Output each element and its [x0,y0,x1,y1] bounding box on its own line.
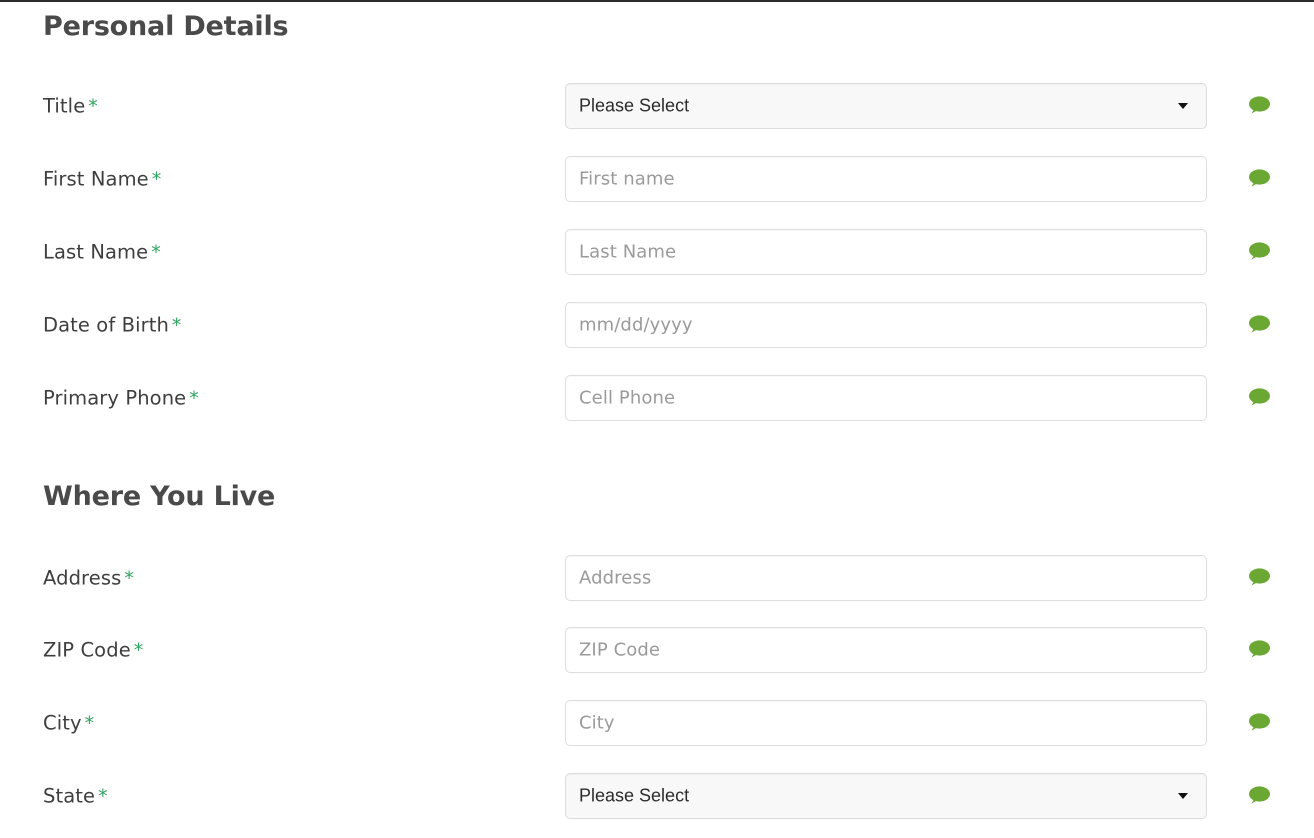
speech-bubble-icon[interactable] [1246,784,1272,808]
label-address: Address * [43,567,134,590]
input-date-of-birth-placeholder: mm/dd/yyyy [579,314,693,336]
label-date-of-birth: Date of Birth * [43,314,182,337]
form-row-primary-phone: Primary Phone * Cell Phone [0,375,1314,421]
input-date-of-birth[interactable]: mm/dd/yyyy [565,302,1207,348]
select-title-value: Please Select [579,95,690,116]
label-state: State * [43,785,108,808]
input-zip-code-placeholder: ZIP Code [579,639,661,661]
select-title[interactable]: Please Select [565,83,1207,129]
speech-bubble-icon[interactable] [1246,711,1272,735]
label-first-name-text: First Name [43,167,149,191]
input-first-name[interactable]: First name [565,156,1207,202]
label-first-name: First Name * [43,168,161,191]
input-city[interactable]: City [565,700,1207,746]
label-last-name: Last Name * [43,241,161,264]
required-asterisk: * [84,712,95,735]
input-zip-code[interactable]: ZIP Code [565,627,1207,673]
section-heading-personal-details: Personal Details [43,11,289,42]
form-row-last-name: Last Name * Last Name [0,229,1314,275]
speech-bubble-icon[interactable] [1246,386,1272,410]
form-row-first-name: First Name * First name [0,156,1314,202]
chevron-down-icon [1178,103,1188,109]
label-zip-code-text: ZIP Code [43,638,131,662]
label-title: Title * [43,95,98,118]
input-address[interactable]: Address [565,555,1207,601]
required-asterisk: * [189,387,199,410]
speech-bubble-icon[interactable] [1246,94,1272,118]
form-row-date-of-birth: Date of Birth * mm/dd/yyyy [0,302,1314,348]
form-row-title: Title * Please Select [0,83,1314,129]
label-state-text: State [43,784,96,808]
label-primary-phone-text: Primary Phone [43,386,187,410]
input-address-placeholder: Address [579,567,652,589]
speech-bubble-icon[interactable] [1246,240,1272,264]
required-asterisk: * [171,314,182,337]
required-asterisk: * [151,168,162,191]
required-asterisk: * [151,241,161,264]
label-last-name-text: Last Name [43,240,149,264]
label-address-text: Address [43,566,122,590]
required-asterisk: * [98,785,108,808]
label-primary-phone: Primary Phone * [43,387,199,410]
required-asterisk: * [133,639,144,662]
required-asterisk: * [88,95,98,118]
form-row-state: State * Please Select [0,773,1314,819]
chevron-down-icon [1178,793,1188,799]
select-state-value: Please Select [579,785,690,806]
input-last-name[interactable]: Last Name [565,229,1207,275]
input-primary-phone[interactable]: Cell Phone [565,375,1207,421]
label-city-text: City [43,711,82,735]
speech-bubble-icon[interactable] [1246,566,1272,590]
speech-bubble-icon[interactable] [1246,167,1272,191]
label-title-text: Title [43,94,86,118]
label-date-of-birth-text: Date of Birth [43,313,169,337]
section-heading-where-you-live: Where You Live [43,481,276,512]
input-first-name-placeholder: First name [579,168,675,190]
select-state[interactable]: Please Select [565,773,1207,819]
input-last-name-placeholder: Last Name [579,241,677,263]
speech-bubble-icon[interactable] [1246,313,1272,337]
label-zip-code: ZIP Code * [43,639,143,662]
input-city-placeholder: City [579,712,615,734]
speech-bubble-icon[interactable] [1246,638,1272,662]
form-row-city: City * City [0,700,1314,746]
label-city: City * [43,712,94,735]
page-top-rule [0,0,1314,2]
input-primary-phone-placeholder: Cell Phone [579,387,676,409]
form-row-zip-code: ZIP Code * ZIP Code [0,627,1314,673]
required-asterisk: * [124,567,134,590]
form-row-address: Address * Address [0,555,1314,601]
